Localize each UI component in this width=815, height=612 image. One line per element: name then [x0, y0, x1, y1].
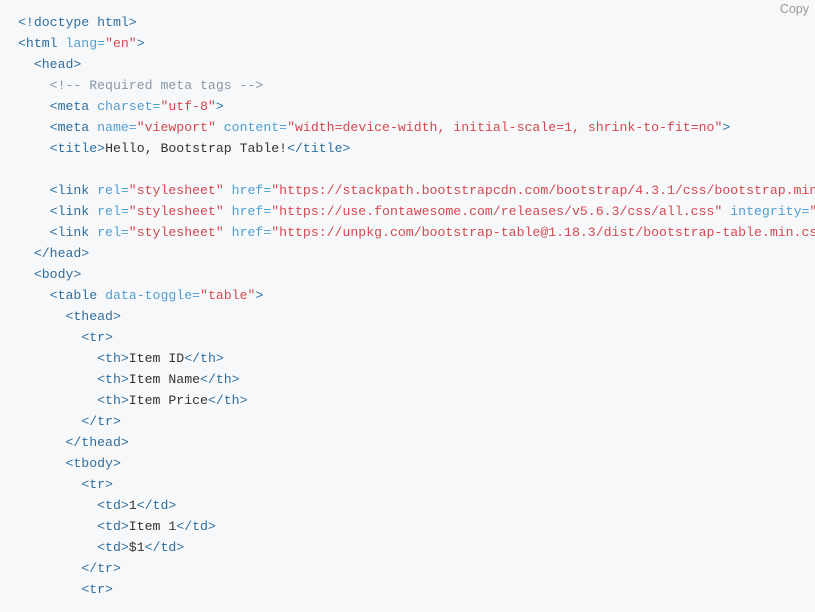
line-th-3: <th>Item Price</th>	[97, 393, 247, 408]
line-th-1: <th>Item ID</th>	[97, 351, 224, 366]
line-thead-close: </thead>	[65, 435, 128, 450]
line-link1: <link rel="stylesheet" href="https://sta…	[50, 183, 815, 198]
code-block: <!doctype html> <html lang="en"> <head> …	[0, 0, 815, 612]
line-title: <title>Hello, Bootstrap Table!</title>	[50, 141, 351, 156]
line-head-open: <head>	[34, 57, 81, 72]
line-td-3: <td>$1</td>	[97, 540, 184, 555]
line-tr-open-1: <tr>	[81, 330, 113, 345]
line-head-close: </head>	[34, 246, 89, 261]
line-td-1: <td>1</td>	[97, 498, 176, 513]
line-tbody-open: <tbody>	[65, 456, 120, 471]
line-td-2: <td>Item 1</td>	[97, 519, 216, 534]
line-link3: <link rel="stylesheet" href="https://unp…	[50, 225, 815, 240]
copy-button[interactable]: Copy	[780, 2, 809, 16]
line-thead-open: <thead>	[65, 309, 120, 324]
line-comment: <!-- Required meta tags -->	[50, 78, 264, 93]
line-doctype: <!doctype html>	[18, 15, 137, 30]
line-tr-open-2: <tr>	[81, 477, 113, 492]
line-tr-open-3: <tr>	[81, 582, 113, 597]
line-meta-viewport: <meta name="viewport" content="width=dev…	[50, 120, 731, 135]
line-table-open: <table data-toggle="table">	[50, 288, 264, 303]
line-meta-charset: <meta charset="utf-8">	[50, 99, 224, 114]
line-tr-close-2: </tr>	[81, 561, 121, 576]
line-th-2: <th>Item Name</th>	[97, 372, 239, 387]
line-html-open: <html lang="en">	[18, 36, 145, 51]
line-tr-close-1: </tr>	[81, 414, 121, 429]
line-link2: <link rel="stylesheet" href="https://use…	[50, 204, 815, 219]
line-body-open: <body>	[34, 267, 81, 282]
